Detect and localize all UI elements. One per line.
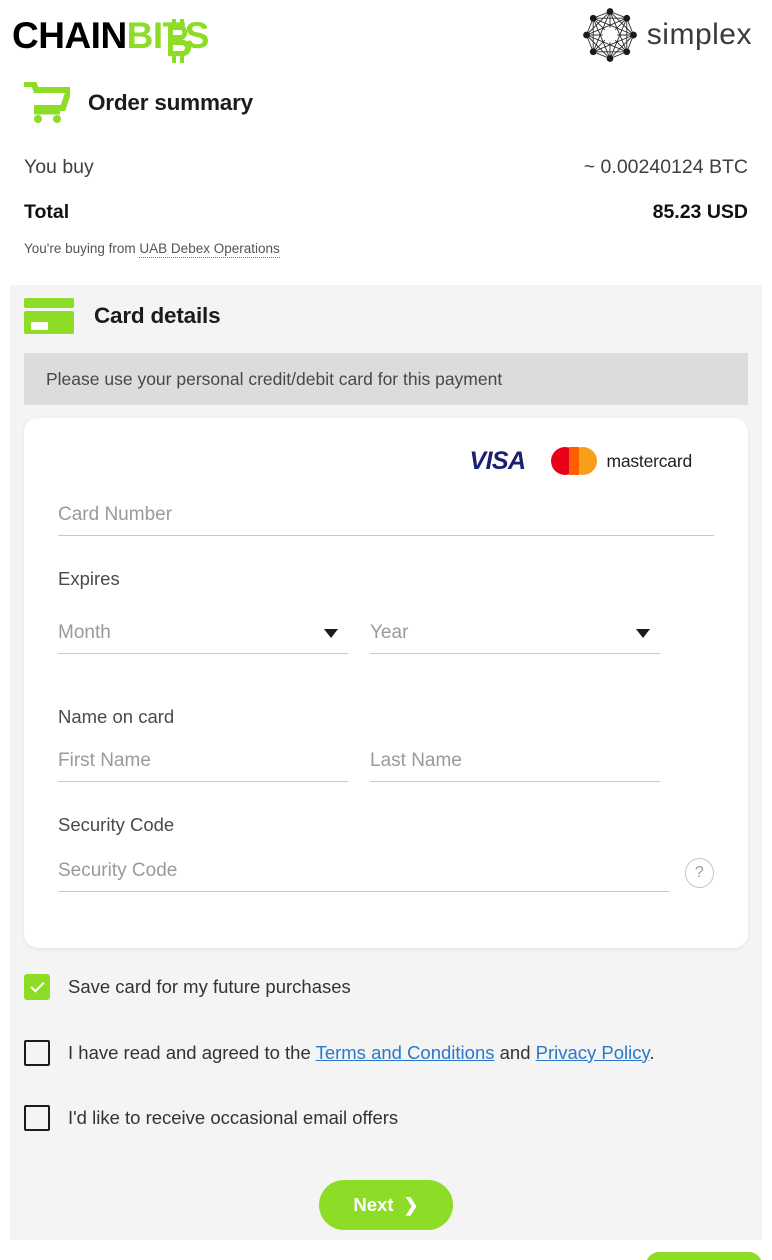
- last-name-placeholder: Last Name: [370, 750, 462, 771]
- credit-card-icon: [24, 298, 74, 334]
- first-name-placeholder: First Name: [58, 750, 151, 771]
- chainbits-logo[interactable]: CHAIN BITS: [12, 14, 210, 63]
- simplex-network-icon: [582, 8, 637, 62]
- total-value: 85.23 USD: [652, 201, 748, 223]
- actions-bar: Next ❯: [0, 1180, 772, 1230]
- consent-section: Save card for my future purchases I have…: [24, 972, 748, 1133]
- simplex-provider-logo: simplex: [582, 7, 752, 63]
- merchant-name-link[interactable]: UAB Debex Operations: [139, 241, 280, 258]
- next-button[interactable]: Next ❯: [319, 1180, 453, 1230]
- terms-and-conditions-link[interactable]: Terms and Conditions: [316, 1042, 495, 1063]
- terms-text-after: .: [649, 1041, 655, 1063]
- expiry-row: Month Year: [58, 622, 714, 654]
- security-code-row: Security Code ?: [58, 858, 714, 892]
- card-details-header: Card details: [10, 285, 762, 347]
- terms-row: I have read and agreed to the Terms and …: [24, 1038, 748, 1068]
- chevron-down-icon: [324, 629, 338, 638]
- order-summary-title: Order summary: [88, 90, 253, 115]
- you-buy-label: You buy: [24, 156, 94, 178]
- expiry-year-placeholder: Year: [370, 622, 409, 643]
- name-on-card-label: Name on card: [58, 706, 175, 727]
- visa-logo-icon: VISA: [469, 446, 527, 475]
- terms-text-before: I have read and agreed to the: [68, 1041, 311, 1063]
- card-number-input[interactable]: Card Number: [58, 504, 714, 536]
- marketing-label: I'd like to receive occasional email off…: [68, 1107, 399, 1129]
- save-card-label: Save card for my future purchases: [68, 976, 351, 997]
- card-details-notice-text: Please use your personal credit/debit ca…: [46, 368, 503, 389]
- marketing-checkbox[interactable]: [24, 1105, 50, 1132]
- checkout-page: CHAIN BITS simplex Order summary You buy…: [0, 0, 772, 1260]
- name-row: First Name Last Name: [58, 750, 714, 782]
- terms-checkbox[interactable]: [24, 1039, 50, 1066]
- you-buy-value: ~ 0.00240124 BTC: [583, 156, 748, 178]
- total-row: Total 85.23 USD: [24, 201, 748, 224]
- order-summary-header: Order summary: [24, 72, 748, 134]
- accepted-card-brands: VISA mastercard: [58, 440, 714, 482]
- expiry-year-select[interactable]: Year: [370, 622, 660, 654]
- expires-label: Expires: [58, 568, 120, 589]
- mastercard-logo-icon: mastercard: [551, 447, 692, 475]
- expiry-month-placeholder: Month: [58, 622, 111, 643]
- first-name-input[interactable]: First Name: [58, 750, 348, 782]
- card-number-placeholder: Card Number: [58, 504, 173, 525]
- brand-name-part1: CHAIN: [12, 14, 127, 56]
- security-code-input[interactable]: Security Code: [58, 860, 669, 892]
- expiry-month-select[interactable]: Month: [58, 622, 348, 654]
- save-card-row: Save card for my future purchases: [24, 972, 748, 1002]
- question-mark-icon[interactable]: ?: [684, 858, 714, 888]
- terms-label: I have read and agreed to the Terms and …: [68, 1038, 655, 1068]
- privacy-policy-link[interactable]: Privacy Policy: [536, 1042, 650, 1063]
- buying-from-prefix: You're buying from: [24, 241, 136, 256]
- last-name-input[interactable]: Last Name: [370, 750, 660, 782]
- support-widget-peek[interactable]: [646, 1252, 762, 1260]
- marketing-row: I'd like to receive occasional email off…: [24, 1103, 748, 1133]
- card-form: VISA mastercard Card Number Expires Mont…: [24, 418, 748, 948]
- buying-from-line: You're buying from UAB Debex Operations: [24, 241, 748, 258]
- mastercard-label: mastercard: [606, 450, 692, 471]
- shopping-cart-icon: [24, 82, 70, 123]
- you-buy-row: You buy ~ 0.00240124 BTC: [24, 156, 748, 179]
- save-card-checkbox[interactable]: [24, 974, 50, 1000]
- card-details-title: Card details: [94, 303, 221, 328]
- page-header: CHAIN BITS simplex: [0, 0, 772, 70]
- next-button-label: Next: [353, 1194, 394, 1215]
- terms-text-middle: and: [499, 1041, 531, 1063]
- order-summary-section: Order summary You buy ~ 0.00240124 BTC T…: [0, 72, 772, 258]
- chevron-right-icon: ❯: [403, 1195, 419, 1215]
- security-code-placeholder: Security Code: [58, 860, 178, 881]
- security-code-label: Security Code: [58, 814, 175, 835]
- total-label: Total: [24, 201, 70, 223]
- simplex-wordmark: simplex: [646, 18, 752, 51]
- chevron-down-icon: [636, 629, 650, 638]
- card-details-notice: Please use your personal credit/debit ca…: [24, 353, 748, 405]
- brand-name-part2: BITS: [126, 14, 210, 56]
